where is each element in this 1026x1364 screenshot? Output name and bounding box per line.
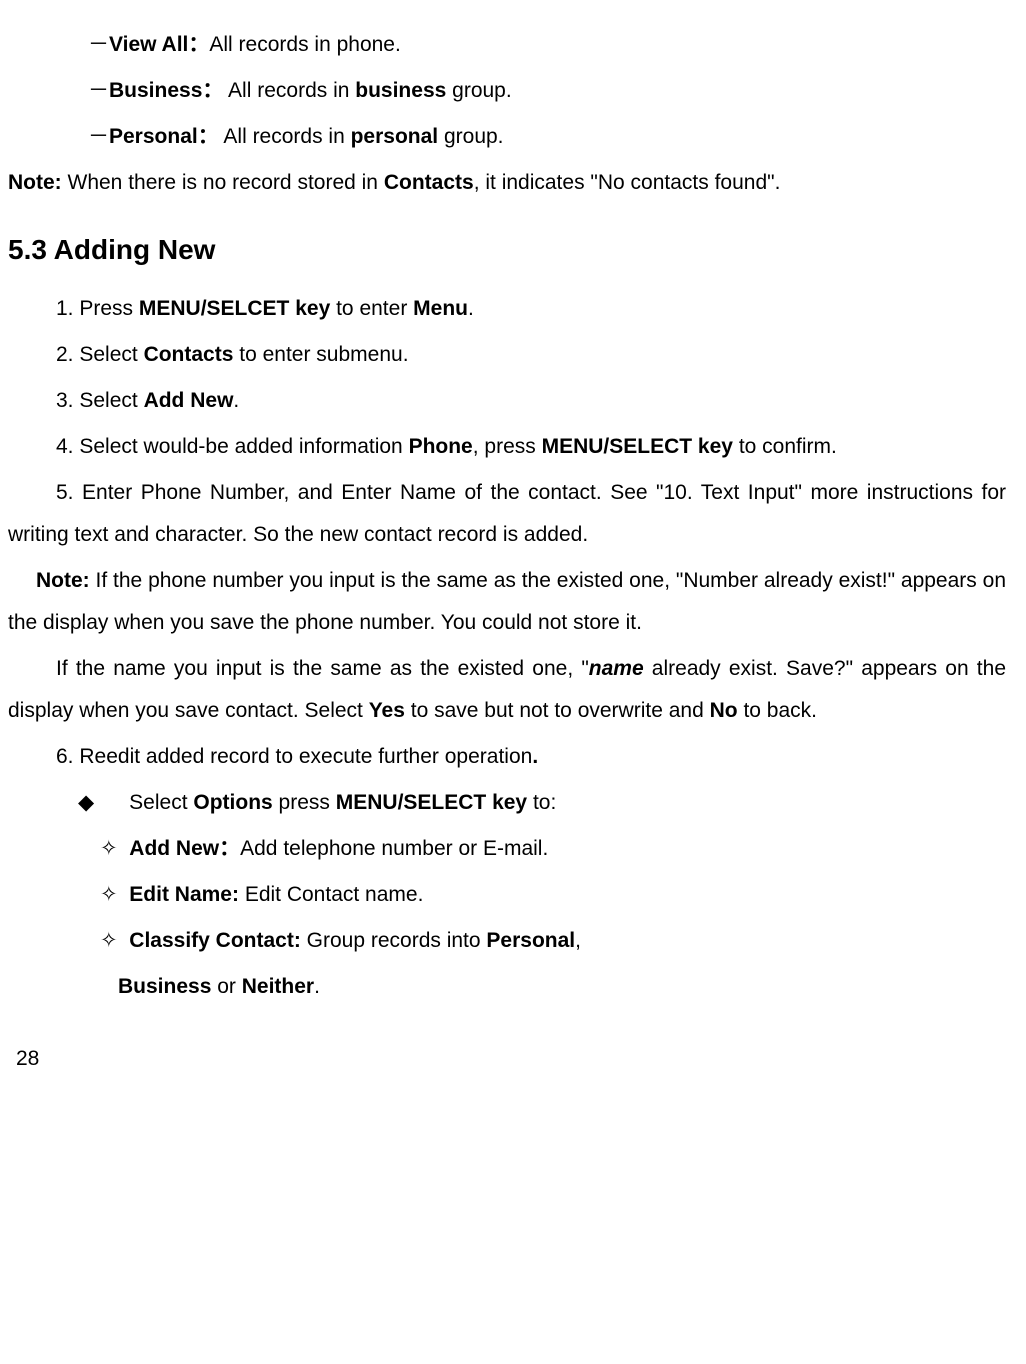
text: Edit Contact name. xyxy=(245,883,424,906)
text: If the name you input is the same as the… xyxy=(56,657,589,680)
note-paragraph: Note: When there is no record stored in … xyxy=(8,162,1006,204)
text: All records in xyxy=(219,125,351,148)
text: group. xyxy=(446,79,511,102)
label: Business： xyxy=(109,79,223,102)
note-label: Note: xyxy=(36,569,96,592)
note-label: Note: xyxy=(8,171,68,194)
sub-bullet-item: ✧ Edit Name: Edit Contact name. xyxy=(8,874,1006,916)
step-number: 2. xyxy=(56,343,79,366)
document-body: －View All：All records in phone. －Busines… xyxy=(8,24,1006,1080)
text: , it indicates "No contacts found". xyxy=(474,171,781,194)
label: View All： xyxy=(109,33,209,56)
bold-text: personal xyxy=(351,125,439,148)
text: Select xyxy=(79,389,143,412)
step-item: 1. Press MENU/SELCET key to enter Menu. xyxy=(8,288,1006,330)
step-item: 3. Select Add New. xyxy=(8,380,1006,422)
dash-icon: － xyxy=(88,79,109,102)
text: to save but not to overwrite and xyxy=(405,699,710,722)
list-item: －Personal： All records in personal group… xyxy=(8,116,1006,158)
text: Select xyxy=(129,791,193,814)
step-item: 2. Select Contacts to enter submenu. xyxy=(8,334,1006,376)
step-item: 5. Enter Phone Number, and Enter Name of… xyxy=(8,472,1006,556)
text: press xyxy=(273,791,336,814)
diamond-icon: ◆ xyxy=(78,791,94,814)
text: or xyxy=(211,975,241,998)
text: Group records into xyxy=(307,929,487,952)
bold-text: Contacts xyxy=(384,171,474,194)
bold-text: Edit Name: xyxy=(129,883,245,906)
bold-text: MENU/SELCET key xyxy=(139,297,330,320)
text: , press xyxy=(473,435,542,458)
bold-text: Add New xyxy=(144,389,234,412)
text: If the phone number you input is the sam… xyxy=(8,569,1006,634)
step-item: 6. Reedit added record to execute furthe… xyxy=(8,736,1006,778)
step-item: 4. Select would-be added information Pho… xyxy=(8,426,1006,468)
list-item: －Business： All records in business group… xyxy=(8,70,1006,112)
bold-text: Yes xyxy=(369,699,405,722)
text: to enter xyxy=(330,297,413,320)
bullet-item: ◆ Select Options press MENU/SELECT key t… xyxy=(8,782,1006,824)
text: Press xyxy=(79,297,139,320)
text: to enter submenu. xyxy=(233,343,408,366)
label: Personal： xyxy=(109,125,219,148)
text: All records in xyxy=(223,79,355,102)
bold-text: Menu xyxy=(413,297,468,320)
text: . xyxy=(468,297,474,320)
bold-text: Business xyxy=(118,975,211,998)
step-number: 1. xyxy=(56,297,79,320)
diamond-outline-icon: ✧ xyxy=(100,929,118,952)
text: All records in phone. xyxy=(209,33,400,56)
text: to confirm. xyxy=(733,435,837,458)
sub-bullet-item: ✧ Classify Contact: Group records into P… xyxy=(8,920,1006,962)
list-item: －View All：All records in phone. xyxy=(8,24,1006,66)
section-heading: 5.3 Adding New xyxy=(8,222,1006,278)
body-paragraph: If the name you input is the same as the… xyxy=(8,648,1006,732)
bold-text: Neither xyxy=(242,975,314,998)
text: to: xyxy=(527,791,556,814)
bold-text: . xyxy=(532,745,538,768)
diamond-outline-icon: ✧ xyxy=(100,883,118,906)
step-number: 5. xyxy=(56,481,82,504)
text: Select xyxy=(79,343,143,366)
sub-bullet-item: ✧ Add New：Add telephone number or E-mail… xyxy=(8,828,1006,870)
bold-text: MENU/SELECT key xyxy=(336,791,527,814)
dash-icon: － xyxy=(88,125,109,148)
bold-text: No xyxy=(710,699,738,722)
bold-text: Add New： xyxy=(129,837,240,860)
bold-text: Personal xyxy=(486,929,575,952)
step-number: 6. xyxy=(56,745,79,768)
bold-text: Options xyxy=(193,791,272,814)
bold-italic-text: name xyxy=(589,657,644,680)
bold-text: business xyxy=(355,79,446,102)
text: . xyxy=(233,389,239,412)
bold-text: Phone xyxy=(409,435,473,458)
text: Enter Phone Number, and Enter Name of th… xyxy=(8,481,1006,546)
step-number: 4. xyxy=(56,435,79,458)
sub-bullet-continuation: Business or Neither. xyxy=(8,966,1006,1008)
diamond-outline-icon: ✧ xyxy=(100,837,118,860)
text: , xyxy=(575,929,581,952)
text: Add telephone number or E-mail. xyxy=(240,837,548,860)
text: When there is no record stored in xyxy=(68,171,384,194)
text: group. xyxy=(438,125,503,148)
step-number: 3. xyxy=(56,389,79,412)
text: to back. xyxy=(738,699,817,722)
bold-text: Classify Contact: xyxy=(129,929,306,952)
bold-text: Contacts xyxy=(144,343,234,366)
text: . xyxy=(314,975,320,998)
bold-text: MENU/SELECT key xyxy=(542,435,733,458)
text: Select would-be added information xyxy=(79,435,408,458)
dash-icon: － xyxy=(88,33,109,56)
text: Reedit added record to execute further o… xyxy=(79,745,532,768)
page-number: 28 xyxy=(8,1038,1006,1080)
note-paragraph: Note: If the phone number you input is t… xyxy=(8,560,1006,644)
